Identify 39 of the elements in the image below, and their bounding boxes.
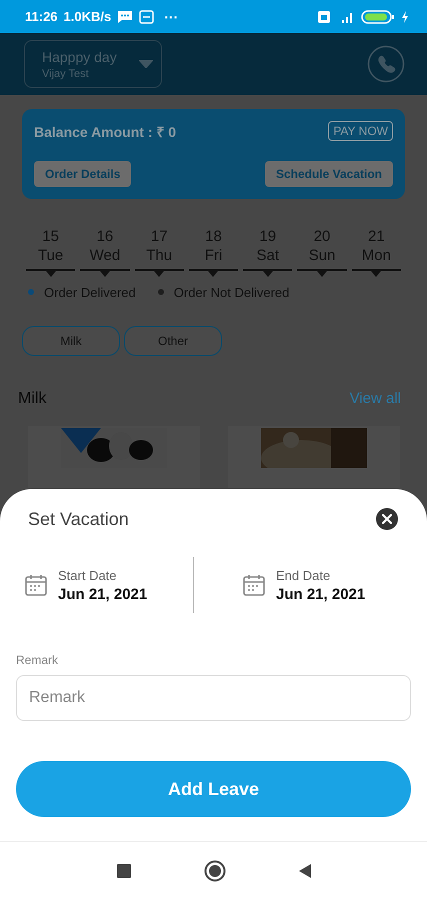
remark-label: Remark xyxy=(16,653,60,667)
category-tab[interactable]: Other xyxy=(124,326,222,356)
sim-icon xyxy=(317,10,331,24)
balance-amount: Balance Amount : ₹ 0 xyxy=(34,122,176,140)
remark-field[interactable]: Remark xyxy=(16,675,411,721)
charging-icon xyxy=(401,10,409,24)
calendar-icon xyxy=(24,573,48,597)
battery-icon xyxy=(361,10,395,24)
caret-icon xyxy=(317,270,328,276)
view-all-link[interactable]: View all xyxy=(350,390,401,408)
caret-icon xyxy=(46,270,56,276)
recents-button[interactable] xyxy=(116,863,132,879)
sheet-title: Set Vacation xyxy=(28,508,129,530)
date-picker[interactable]: End Date Jun 21, 2021 xyxy=(194,568,411,602)
category-tab[interactable]: Milk xyxy=(22,326,120,356)
caret-icon xyxy=(371,270,382,276)
card-button[interactable]: Order Details xyxy=(34,161,132,187)
app-icon xyxy=(139,10,154,24)
section-title: Milk xyxy=(18,390,46,408)
pay-now-button[interactable]: PAY NOW xyxy=(328,121,393,141)
status-time: 11:26 xyxy=(25,9,58,24)
more-notifications: ··· xyxy=(164,8,178,24)
caret-icon xyxy=(262,270,273,276)
dropdown-icon xyxy=(139,60,153,68)
calendar-icon xyxy=(242,573,266,597)
message-icon xyxy=(117,10,134,24)
card-button[interactable]: Schedule Vacation xyxy=(264,161,393,187)
add-leave-button[interactable]: Add Leave xyxy=(16,761,411,817)
caret-icon xyxy=(208,270,218,276)
back-button[interactable] xyxy=(298,863,312,879)
caret-icon xyxy=(154,270,164,276)
close-icon[interactable] xyxy=(375,507,399,531)
network-speed: 1.0KB/s xyxy=(64,9,112,24)
caret-icon xyxy=(100,270,110,276)
account-name: Happpy day xyxy=(42,48,117,64)
date-picker[interactable]: Start Date Jun 21, 2021 xyxy=(16,568,193,602)
home-button[interactable] xyxy=(204,860,226,882)
account-selector[interactable]: Happpy day Vijay Test xyxy=(24,40,162,88)
user-name: Vijay Test xyxy=(42,68,90,80)
